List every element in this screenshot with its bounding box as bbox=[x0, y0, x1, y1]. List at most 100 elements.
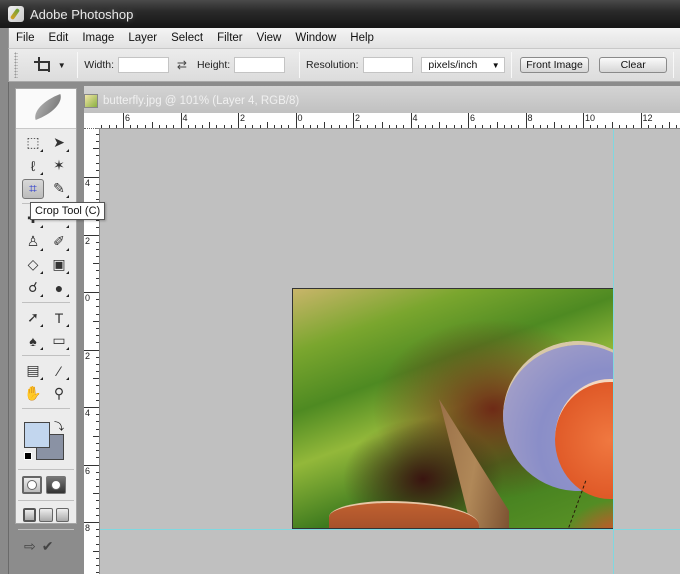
ruler-label: 6 bbox=[125, 113, 131, 123]
menu-filter[interactable]: Filter bbox=[210, 32, 250, 44]
menu-help[interactable]: Help bbox=[343, 32, 381, 44]
ruler-minor-tick bbox=[266, 122, 268, 128]
move-icon[interactable]: ➤ bbox=[48, 133, 70, 153]
menu-edit[interactable]: Edit bbox=[42, 32, 76, 44]
ruler-minor-tick bbox=[439, 122, 441, 128]
swap-colors-icon[interactable]: ⤵ bbox=[54, 418, 64, 433]
resolution-units-select[interactable]: pixels/inch ▼ bbox=[421, 57, 505, 73]
butterfly-image[interactable] bbox=[292, 288, 614, 529]
vertical-ruler[interactable]: 4 2 0 2 4 6 8 bbox=[84, 129, 100, 574]
guide-horizontal[interactable] bbox=[100, 529, 680, 530]
ruler-minor-tick bbox=[669, 122, 671, 128]
ruler-minor-tick bbox=[618, 125, 620, 128]
document-title: butterfly.jpg @ 101% (Layer 4, RGB/8) bbox=[103, 95, 300, 107]
ruler-minor-tick bbox=[101, 125, 103, 128]
front-image-button[interactable]: Front Image bbox=[519, 57, 590, 73]
ruler-minor-tick bbox=[417, 125, 419, 128]
ruler-minor-tick bbox=[93, 550, 99, 552]
default-colors-icon[interactable] bbox=[24, 452, 32, 460]
notes-icon[interactable]: ▤ bbox=[22, 361, 44, 381]
menu-select[interactable]: Select bbox=[164, 32, 210, 44]
jump-to-imageready-icon[interactable]: ⇨ bbox=[24, 538, 36, 555]
ruler-minor-tick bbox=[96, 169, 99, 171]
photoshop-app-icon bbox=[8, 6, 24, 22]
horizontal-ruler[interactable]: 6 4 2 0 2 4 6 8 10 12 bbox=[96, 113, 680, 129]
ruler-label: 4 bbox=[85, 408, 91, 418]
ruler-minor-tick bbox=[597, 125, 599, 128]
menu-bar: File Edit Image Layer Select Filter View… bbox=[8, 28, 680, 48]
ruler-minor-tick bbox=[252, 125, 254, 128]
ruler-minor-tick bbox=[96, 414, 99, 416]
ruler-minor-tick bbox=[93, 435, 99, 437]
ruler-minor-tick bbox=[331, 125, 333, 128]
height-input[interactable] bbox=[234, 57, 286, 73]
eraser-icon[interactable]: ◇ bbox=[22, 255, 44, 275]
ruler-minor-tick bbox=[482, 125, 484, 128]
ruler-minor-tick bbox=[96, 565, 99, 567]
ruler-minor-tick bbox=[338, 125, 340, 128]
document-tab[interactable]: butterfly.jpg @ 101% (Layer 4, RGB/8) bbox=[84, 92, 299, 110]
crop-tool-icon[interactable]: ⌗ bbox=[22, 178, 44, 199]
ruler-minor-tick bbox=[554, 122, 556, 128]
zoom-icon[interactable]: ⚲ bbox=[48, 384, 70, 404]
image-file-icon bbox=[84, 94, 98, 108]
swap-arrows-icon[interactable]: ⇄ bbox=[177, 58, 187, 72]
resolution-input[interactable] bbox=[362, 57, 414, 73]
menu-window[interactable]: Window bbox=[288, 32, 343, 44]
ruler-minor-tick bbox=[96, 198, 99, 200]
ruler-minor-tick bbox=[96, 507, 99, 509]
tool-preset-picker[interactable]: ▼ bbox=[33, 57, 72, 73]
foreground-color-swatch[interactable] bbox=[24, 422, 50, 448]
commit-checkmark-icon[interactable]: ✔ bbox=[42, 538, 54, 555]
ruler-label: 0 bbox=[85, 293, 91, 303]
ruler-minor-tick bbox=[96, 543, 99, 545]
ruler-minor-tick bbox=[187, 125, 189, 128]
gradient-icon[interactable]: ▣ bbox=[48, 255, 70, 275]
history-brush-icon[interactable]: ✐ bbox=[48, 232, 70, 252]
ruler-minor-tick bbox=[96, 184, 99, 186]
dodge-icon[interactable]: ● bbox=[48, 278, 70, 298]
quick-mask-mode-button[interactable] bbox=[46, 476, 66, 494]
options-bar-grip[interactable] bbox=[14, 52, 18, 78]
ruler-label: 6 bbox=[470, 113, 476, 123]
ruler-minor-tick bbox=[96, 385, 99, 387]
full-screen-menu-mode-button[interactable] bbox=[39, 508, 53, 522]
ruler-minor-tick bbox=[489, 125, 491, 128]
magic-wand-icon[interactable]: ✶ bbox=[48, 156, 70, 176]
menu-view[interactable]: View bbox=[250, 32, 289, 44]
full-screen-mode-button[interactable] bbox=[55, 508, 69, 522]
ruler-minor-tick bbox=[166, 125, 168, 128]
ruler-minor-tick bbox=[93, 148, 99, 150]
blur-icon[interactable]: ☌ bbox=[22, 278, 44, 298]
ruler-label: 4 bbox=[412, 113, 418, 123]
pen-icon[interactable]: ♠ bbox=[22, 331, 44, 351]
ruler-minor-tick bbox=[273, 125, 275, 128]
ruler-label: 6 bbox=[85, 465, 91, 476]
width-input[interactable] bbox=[118, 57, 169, 73]
ruler-minor-tick bbox=[496, 122, 498, 128]
ruler-minor-tick bbox=[93, 320, 99, 322]
lasso-icon[interactable]: ℓ bbox=[22, 156, 44, 176]
standard-screen-mode-button[interactable] bbox=[23, 508, 37, 522]
divider bbox=[18, 469, 74, 470]
menu-layer[interactable]: Layer bbox=[121, 32, 164, 44]
ruler-minor-tick bbox=[96, 450, 99, 452]
shape-icon[interactable]: ▭ bbox=[48, 331, 70, 351]
menu-image[interactable]: Image bbox=[75, 32, 121, 44]
type-icon[interactable]: T bbox=[48, 308, 70, 328]
hand-icon[interactable]: ✋ bbox=[22, 384, 44, 404]
menu-file[interactable]: File bbox=[9, 32, 42, 44]
guide-vertical[interactable] bbox=[613, 129, 614, 574]
path-selection-icon[interactable]: ➚ bbox=[22, 308, 44, 328]
clone-stamp-icon[interactable]: ♙ bbox=[22, 232, 44, 252]
divider bbox=[510, 52, 512, 78]
rectangular-marquee-icon[interactable]: ⬚ bbox=[22, 133, 44, 153]
feather-icon bbox=[30, 94, 66, 120]
clear-button[interactable]: Clear bbox=[599, 57, 667, 73]
eyedropper-icon[interactable]: ⁄ bbox=[48, 361, 70, 381]
ruler-minor-tick bbox=[302, 125, 304, 128]
slice-icon[interactable]: ✎ bbox=[48, 179, 70, 199]
ruler-minor-tick bbox=[96, 256, 99, 258]
standard-mode-button[interactable] bbox=[22, 476, 42, 494]
ruler-minor-tick bbox=[317, 125, 319, 128]
